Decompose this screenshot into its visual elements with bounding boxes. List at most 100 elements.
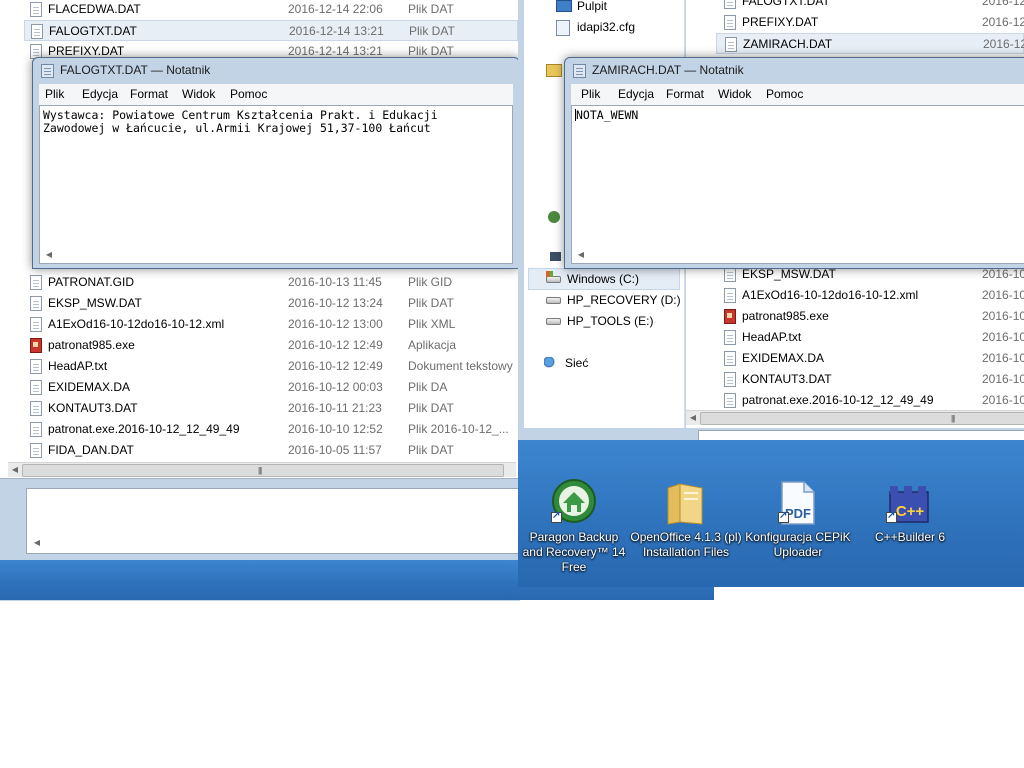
file-date: 2016-10-12 12:49	[288, 338, 383, 352]
scroll-left-arrow-icon[interactable]: ◀	[575, 249, 587, 261]
file-icon	[724, 393, 736, 408]
notepad-titlebar[interactable]: ZAMIRACH.DAT — Notatnik	[565, 58, 1024, 84]
computer-icon	[550, 252, 561, 261]
notepad-titlebar[interactable]: FALOGTXT.DAT — Notatnik	[33, 58, 519, 84]
file-icon	[725, 37, 737, 52]
menu-edycja[interactable]: Edycja	[618, 87, 654, 101]
file-row[interactable]: ZAMIRACH.DAT 2016-12-14	[716, 33, 1024, 54]
file-row[interactable]: HeadAP.txt 2016-10-12 12:49 Dokument tekst…	[0, 356, 518, 377]
notepad-content: Wystawca: Powiatowe Centrum Kształcenia …	[43, 108, 438, 135]
menu-format[interactable]: Format	[130, 87, 168, 101]
scroll-left-arrow-icon[interactable]: ◀	[43, 249, 55, 261]
notepad-hscrollbar[interactable]: ◀	[572, 248, 1024, 263]
file-row[interactable]: A1ExOd16-10-12do16-10-12.xml 2016-10-12	[686, 285, 1024, 306]
file-type: Plik 2016-10-12_...	[408, 422, 509, 436]
file-icon	[724, 267, 736, 282]
menu-plik[interactable]: Plik	[581, 87, 600, 101]
file-type: Aplikacja	[408, 338, 457, 352]
notepad-menubar: Plik Edycja Format Widok Pomoc	[571, 84, 1024, 105]
file-row[interactable]: A1ExOd16-10-12do16-10-12.xml 2016-10-12 1…	[0, 314, 518, 335]
application-file-icon	[30, 338, 42, 353]
windows-drive-icon	[546, 271, 561, 283]
file-name: KONTAUT3.DAT	[48, 401, 138, 415]
file-row[interactable]: patronat985.exe 2016-10-12	[686, 306, 1024, 327]
scrollbar-thumb[interactable]: |||	[700, 412, 1024, 425]
file-row[interactable]: patronat.exe.2016-10-12_12_49_49 2016-10-…	[0, 419, 518, 440]
file-row[interactable]: PATRONAT.GID 2016-10-13 11:45 Plik GID	[0, 272, 518, 293]
file-type: Plik DAT	[408, 443, 454, 457]
nav-item-label: Windows (C:)	[567, 272, 640, 286]
notepad-window-zamirach[interactable]: ZAMIRACH.DAT — Notatnik Plik Edycja Form…	[564, 57, 1024, 269]
network-icon	[544, 357, 558, 369]
scrollbar-grip-icon: |||	[258, 466, 262, 475]
file-name: FALOGTXT.DAT	[742, 0, 830, 8]
file-row[interactable]: FALOGTXT.DAT 2016-12-14 13:21 Plik DAT	[24, 20, 518, 41]
file-name: KONTAUT3.DAT	[742, 372, 832, 386]
scroll-left-arrow-icon[interactable]: ◀	[687, 412, 699, 424]
file-date: 2016-10-12	[982, 351, 1024, 365]
file-row[interactable]: HeadAP.txt 2016-10-12	[686, 327, 1024, 348]
file-name: A1ExOd16-10-12do16-10-12.xml	[742, 288, 919, 302]
menu-plik[interactable]: Plik	[45, 87, 64, 101]
file-name: FLACEDWA.DAT	[48, 2, 141, 16]
notepad-hscrollbar[interactable]: ◀	[40, 248, 512, 263]
scroll-left-arrow-icon[interactable]: ◀	[31, 537, 43, 549]
file-row[interactable]: EXIDEMAX.DA 2016-10-12	[686, 348, 1024, 369]
file-type: Plik DAT	[408, 401, 454, 415]
file-date: 2016-12-14 13:21	[289, 24, 384, 38]
menu-pomoc[interactable]: Pomoc	[230, 87, 267, 101]
menu-pomoc[interactable]: Pomoc	[766, 87, 803, 101]
shortcut-arrow-icon	[886, 510, 897, 523]
left-file-list-hscrollbar[interactable]: ◀ |||	[8, 462, 516, 477]
notepad-text-area[interactable]: Wystawca: Powiatowe Centrum Kształcenia …	[39, 105, 513, 264]
right-file-list-hscrollbar[interactable]: ◀ |||	[686, 410, 1024, 425]
file-name: EKSP_MSW.DAT	[48, 296, 142, 310]
file-date: 2016-10-11	[982, 372, 1024, 386]
file-icon	[724, 0, 736, 9]
config-file-icon	[556, 20, 570, 36]
file-row[interactable]: EKSP_MSW.DAT 2016-10-12 13:24 Plik DAT	[0, 293, 518, 314]
file-name: PATRONAT.GID	[48, 275, 135, 289]
file-icon	[724, 351, 736, 366]
menu-format[interactable]: Format	[666, 87, 704, 101]
file-date: 2016-12-14 22:06	[288, 2, 383, 16]
file-row[interactable]: patronat.exe.2016-10-12_12_49_49 2016-10-…	[686, 390, 1024, 411]
file-icon	[30, 380, 42, 395]
file-icon	[30, 317, 42, 332]
file-row[interactable]: KONTAUT3.DAT 2016-10-11 21:23 Plik DAT	[0, 398, 518, 419]
file-row[interactable]: FIDA_DAN.DAT 2016-10-05 11:57 Plik DAT	[0, 440, 518, 461]
file-row[interactable]: patronat985.exe 2016-10-12 12:49 Aplikacja	[0, 335, 518, 356]
file-row[interactable]: PREFIXY.DAT 2016-12-14	[686, 12, 1024, 33]
notepad-window-falogtxt[interactable]: FALOGTXT.DAT — Notatnik Plik Edycja Form…	[32, 57, 520, 269]
desktop-area: Paragon Backup and Recovery™ 14 Free Ope…	[518, 440, 1024, 587]
file-date: 2016-10-11 21:23	[288, 401, 382, 415]
desktop-icon-openoffice-folder[interactable]: OpenOffice 4.1.3 (pl) Installation Files	[630, 478, 742, 568]
file-row[interactable]: EXIDEMAX.DA 2016-10-12 00:03 Plik DA	[0, 377, 518, 398]
nav-item-label: HP_RECOVERY (D:)	[567, 293, 681, 307]
shortcut-arrow-icon	[551, 510, 562, 523]
desktop-icon-cpp-builder[interactable]: C++ C++Builder 6	[854, 478, 966, 568]
file-row[interactable]: FLACEDWA.DAT 2016-12-14 22:06 Plik DAT	[0, 0, 518, 20]
library-icon	[546, 64, 562, 77]
scroll-left-arrow-icon[interactable]: ◀	[9, 464, 21, 476]
file-row[interactable]: FALOGTXT.DAT 2016-12-14	[686, 0, 1024, 12]
desktop-icon-cepik-uploader[interactable]: PDF Konfiguracja CEPiK Uploader	[742, 478, 854, 568]
file-icon	[30, 401, 42, 416]
notepad-text-area[interactable]: NOTA_WEWN ◀	[571, 105, 1024, 264]
shortcut-arrow-icon	[778, 510, 789, 523]
scrollbar-thumb[interactable]: |||	[22, 464, 504, 477]
file-date: 2016-10-12 12:49	[288, 359, 383, 373]
notepad-title: FALOGTXT.DAT — Notatnik	[60, 63, 211, 77]
file-name: FALOGTXT.DAT	[49, 24, 137, 38]
file-type: Dokument tekstowy	[408, 359, 513, 373]
menu-edycja[interactable]: Edycja	[82, 87, 118, 101]
file-icon	[30, 275, 42, 290]
menu-widok[interactable]: Widok	[718, 87, 751, 101]
desktop-icon-paragon[interactable]: Paragon Backup and Recovery™ 14 Free	[518, 478, 630, 574]
file-name: HeadAP.txt	[742, 330, 802, 344]
file-name: HeadAP.txt	[48, 359, 108, 373]
menu-widok[interactable]: Widok	[182, 87, 215, 101]
file-type: Plik DAT	[409, 24, 455, 38]
file-icon	[30, 443, 42, 458]
file-row[interactable]: KONTAUT3.DAT 2016-10-11	[686, 369, 1024, 390]
